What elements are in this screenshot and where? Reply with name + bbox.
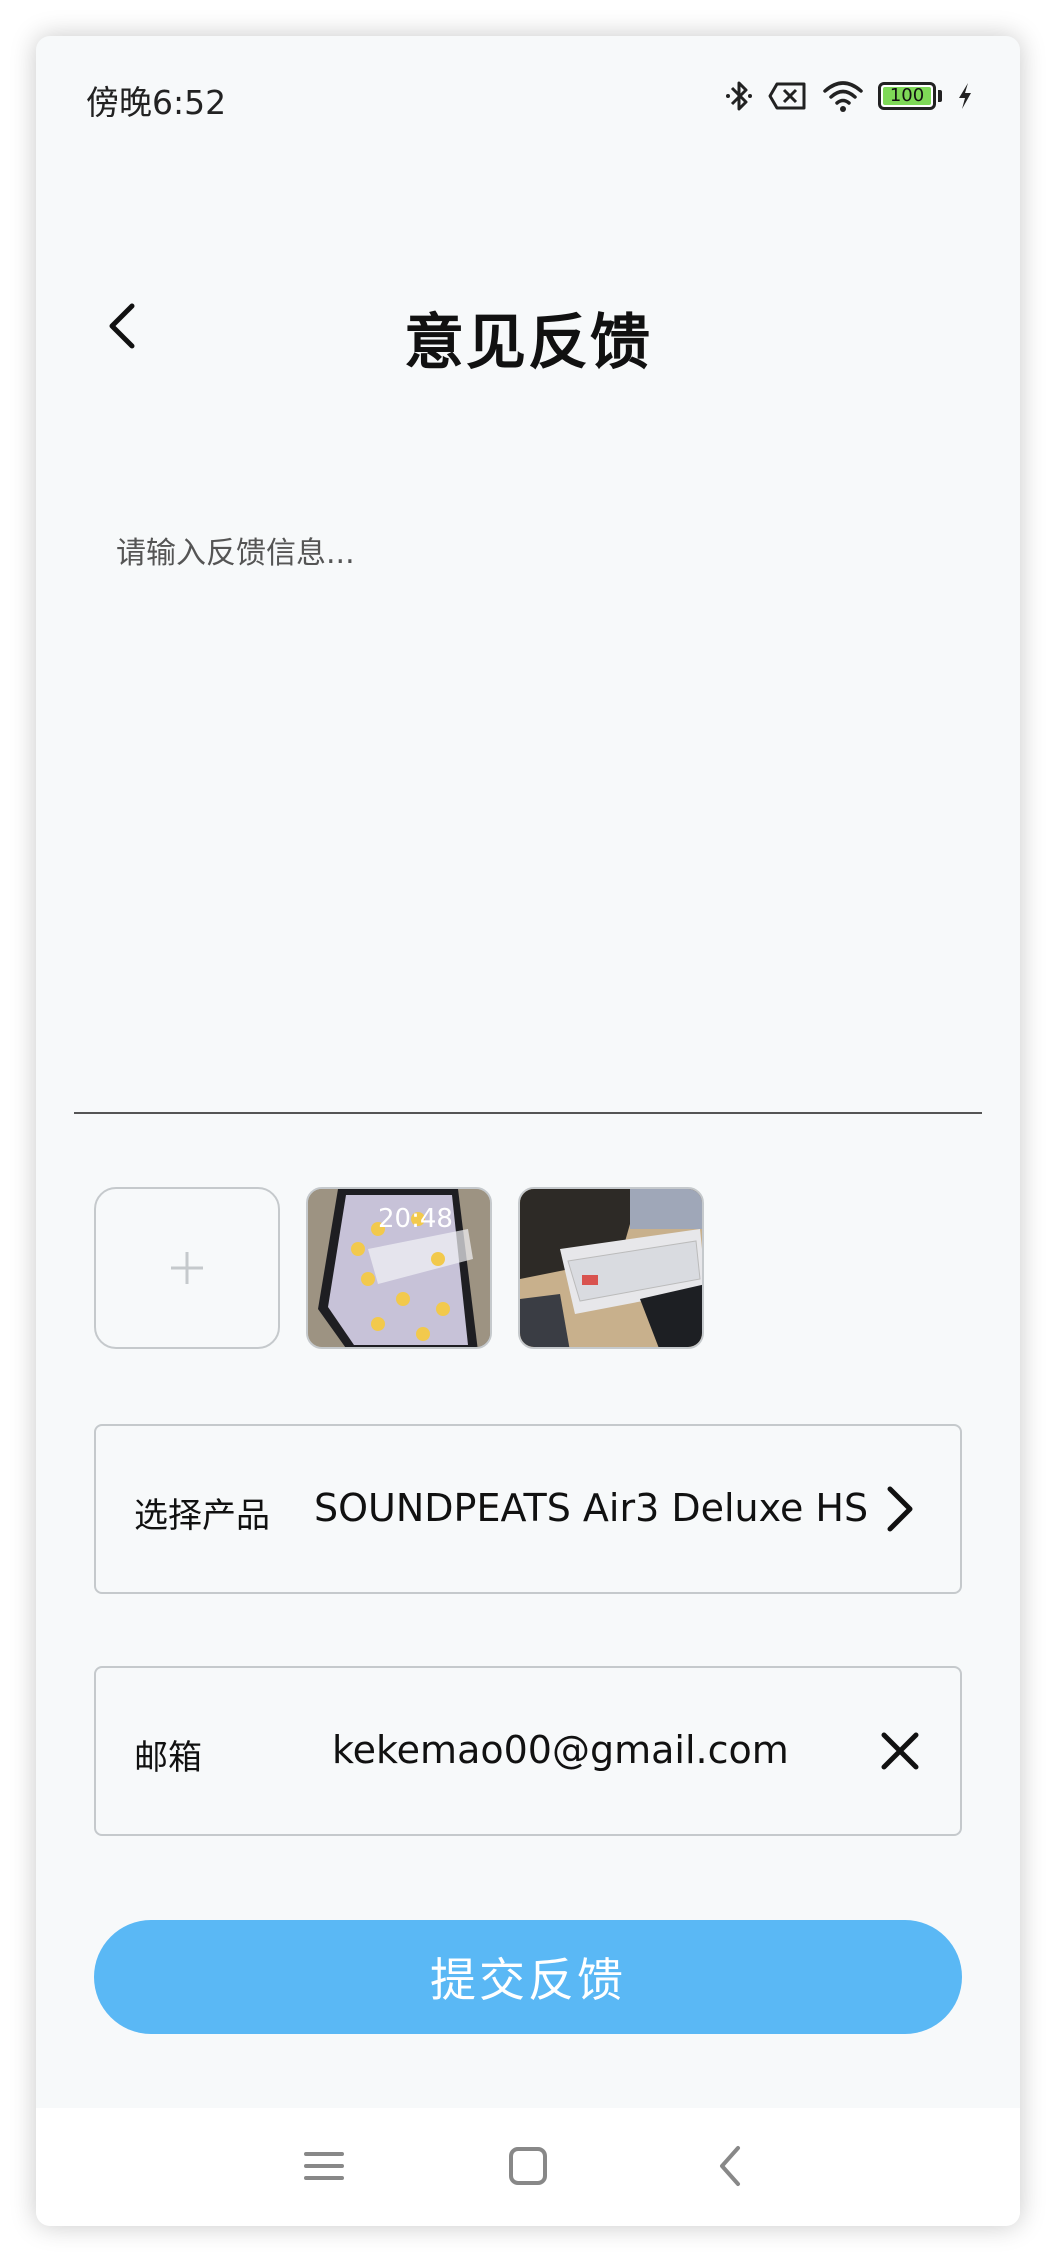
bluetooth-icon <box>726 81 752 111</box>
feedback-area <box>74 456 982 1114</box>
thumbnail-overlay-text: 20:48 <box>378 1204 453 1234</box>
keyboard-desk-photo <box>520 1189 702 1347</box>
no-sim-icon <box>768 82 806 110</box>
system-nav-bar <box>36 2108 1020 2226</box>
phone-screen: 傍晚6:52 100 意见反馈 请输入反馈信息... 20:48 选择产品 SO… <box>36 36 1020 2226</box>
plus-icon <box>171 1252 203 1284</box>
image-thumbnail-phone[interactable]: 20:48 <box>306 1187 492 1349</box>
product-value: SOUNDPEATS Air3 Deluxe HS <box>314 1486 869 1530</box>
images-row: 20:48 <box>94 1187 704 1349</box>
wifi-icon <box>823 81 863 112</box>
status-icons: 100 <box>724 76 974 116</box>
battery-icon: 100 <box>878 82 936 110</box>
page-title: 意见反馈 <box>404 308 652 378</box>
submit-button[interactable]: 提交反馈 <box>94 1920 962 2034</box>
product-label: 选择产品 <box>134 1496 270 1536</box>
add-image-button[interactable] <box>94 1187 280 1349</box>
clear-icon[interactable] <box>872 1723 928 1779</box>
back-icon[interactable] <box>702 2136 762 2196</box>
status-time: 傍晚6:52 <box>86 83 227 122</box>
home-icon[interactable] <box>498 2136 558 2196</box>
email-label: 邮箱 <box>134 1738 202 1778</box>
menu-icon[interactable] <box>294 2136 354 2196</box>
chevron-right-icon <box>887 1486 913 1532</box>
email-row: 邮箱 kekemao00@gmail.com <box>94 1666 962 1836</box>
charging-icon <box>959 83 971 109</box>
battery-cap <box>938 90 942 102</box>
feedback-input[interactable] <box>114 526 938 1050</box>
battery-level: 100 <box>889 85 925 106</box>
image-thumbnail-keyboard[interactable] <box>518 1187 704 1349</box>
status-bar: 傍晚6:52 100 <box>36 36 1020 156</box>
product-selector[interactable]: 选择产品 SOUNDPEATS Air3 Deluxe HS <box>94 1424 962 1594</box>
phone-screen-photo: 20:48 <box>308 1189 490 1347</box>
email-field[interactable]: kekemao00@gmail.com <box>332 1728 789 1772</box>
header: 意见反馈 <box>36 276 1020 378</box>
